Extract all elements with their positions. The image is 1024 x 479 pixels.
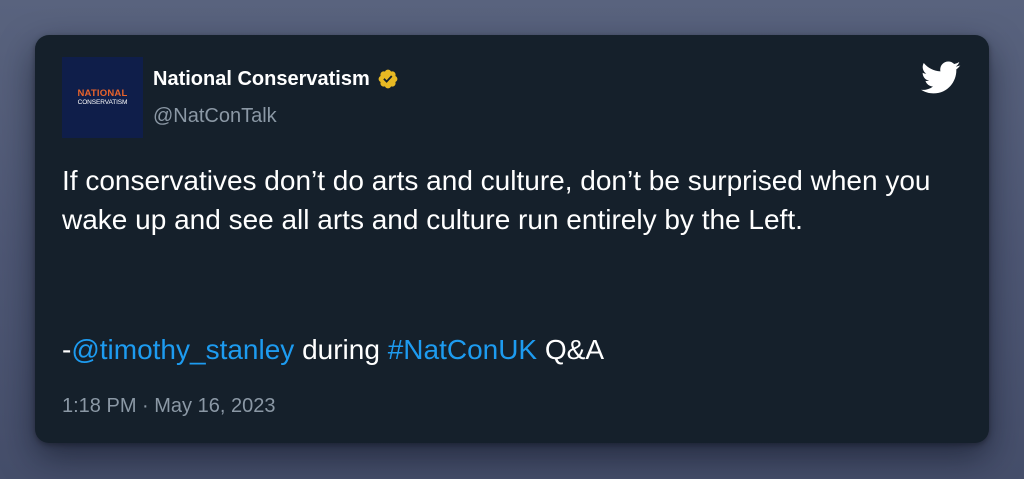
- avatar[interactable]: NATIONAL CONSERVATISM: [62, 57, 143, 138]
- attribution-suffix: Q&A: [537, 334, 605, 365]
- tweet-card: NATIONAL CONSERVATISM National Conservat…: [35, 35, 989, 443]
- tweet-body: If conservatives don’t do arts and cultu…: [62, 161, 962, 239]
- verified-badge-icon: [378, 69, 398, 89]
- author-name-row: National Conservatism: [153, 65, 399, 93]
- mention-link[interactable]: @timothy_stanley: [71, 334, 294, 365]
- tweet-text: If conservatives don’t do arts and cultu…: [62, 165, 931, 235]
- tweet-timestamp[interactable]: 1:18 PM · May 16, 2023: [62, 393, 275, 419]
- attribution-middle: during: [294, 334, 388, 365]
- avatar-logo-line2: CONSERVATISM: [77, 98, 128, 106]
- attribution-prefix: -: [62, 334, 72, 365]
- author-display-name[interactable]: National Conservatism: [153, 65, 370, 93]
- avatar-logo-line1: NATIONAL: [77, 87, 128, 99]
- tweet-attribution: -@timothy_stanley during #NatConUK Q&A: [62, 330, 604, 369]
- hashtag-link[interactable]: #NatConUK: [388, 334, 537, 365]
- twitter-bird-icon[interactable]: [921, 61, 961, 95]
- author-handle[interactable]: @NatConTalk: [153, 103, 277, 129]
